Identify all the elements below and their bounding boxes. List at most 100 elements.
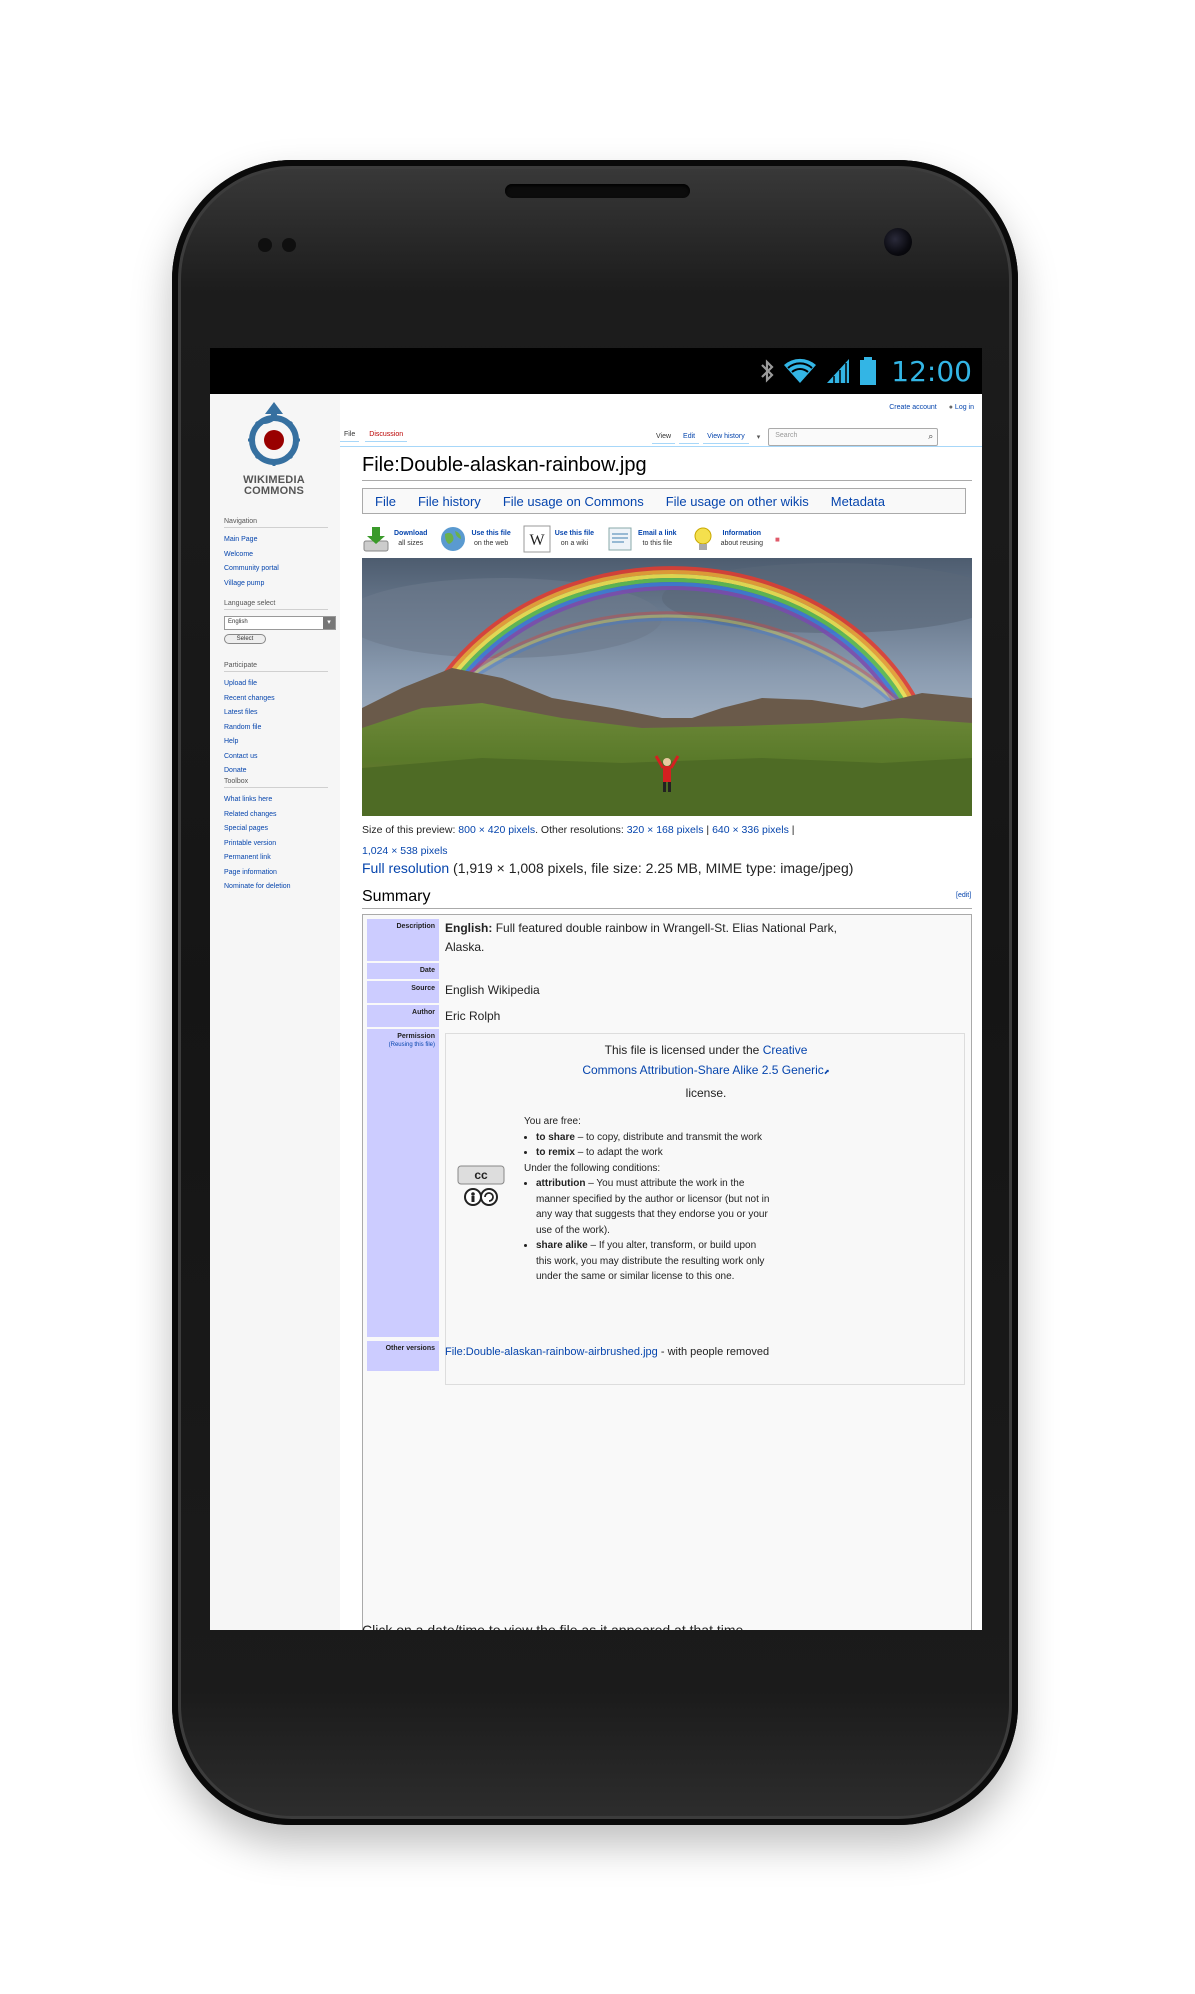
reusing-file-link[interactable]: (Reusing this file) (367, 1042, 435, 1048)
preview-size-label: Size of this preview: (362, 824, 456, 836)
wikimedia-commons-logo[interactable]: WIKIMEDIA COMMONS (228, 400, 320, 500)
chevron-down-icon: ▾ (323, 617, 335, 629)
rainbow-photo[interactable] (362, 558, 972, 816)
description-value: English: Full featured double rainbow in… (445, 919, 845, 957)
toolbox-portlet: Toolbox What links here Related changes … (224, 778, 328, 895)
close-toolbar-icon[interactable]: ■ (775, 535, 780, 544)
license-header: This file is licensed under the Creative… (446, 1040, 966, 1103)
page-title: File:Double-alaskan-rainbow.jpg (362, 454, 647, 476)
tool-special-pages[interactable]: Special pages (224, 822, 328, 837)
toc-file-usage-other[interactable]: File usage on other wikis (666, 494, 809, 509)
title-divider (362, 480, 972, 481)
tool-permanent-link[interactable]: Permanent link (224, 851, 328, 866)
toc-metadata[interactable]: Metadata (831, 494, 885, 509)
nav-upload-file[interactable]: Upload file (224, 677, 328, 692)
reuse-toolbar: Download all sizes Use this file on the we… (362, 522, 972, 556)
other-versions-text: - with people removed (660, 1346, 770, 1358)
source-link[interactable]: English Wikipedia (445, 981, 540, 1000)
tab-view-history[interactable]: View history (703, 430, 749, 444)
personal-tools: Create account ● Log in (879, 404, 974, 411)
search-icon[interactable]: ⌕ (928, 431, 933, 442)
nav-welcome[interactable]: Welcome (224, 548, 328, 563)
nav-village-pump[interactable]: Village pump (224, 577, 328, 592)
summary-edit-link[interactable]: [edit] (956, 892, 971, 899)
use-on-web-tool[interactable]: Use this file on the web (439, 525, 511, 553)
email-title: Email a link (638, 530, 677, 537)
other-versions-link[interactable]: File:Double-alaskan-rainbow-airbrushed.j… (445, 1346, 658, 1358)
nav-main-page[interactable]: Main Page (224, 533, 328, 548)
nav-recent-changes[interactable]: Recent changes (224, 692, 328, 707)
tab-view[interactable]: View (652, 430, 676, 444)
preview-size-link[interactable]: 800 × 420 pixels (458, 824, 535, 836)
tool-page-information[interactable]: Page information (224, 866, 328, 881)
nav-random-file[interactable]: Random file (224, 721, 328, 736)
navigation-heading: Navigation (224, 518, 328, 528)
participate-portlet: Participate Upload file Recent changes L… (224, 662, 328, 779)
svg-text:W: W (529, 532, 545, 549)
preview-resolution-info: Size of this preview: 800 × 420 pixels. … (362, 824, 795, 857)
date-label: Date (367, 963, 439, 979)
tool-related-changes[interactable]: Related changes (224, 808, 328, 823)
email-link-tool[interactable]: Email a link to this file (606, 525, 677, 553)
namespace-tabs: File Discussion (340, 428, 408, 442)
remix-term: to remix (536, 1147, 575, 1158)
toc-file-usage-commons[interactable]: File usage on Commons (503, 494, 644, 509)
tool-what-links-here[interactable]: What links here (224, 793, 328, 808)
use-web-title: Use this file (471, 530, 511, 537)
create-account-link[interactable]: Create account (889, 404, 936, 411)
source-label: Source (367, 981, 439, 1003)
resolution-320-link[interactable]: 320 × 168 pixels (627, 824, 704, 836)
summary-divider (362, 908, 972, 909)
term-share: to share – to copy, distribute and trans… (536, 1130, 774, 1146)
tab-edit[interactable]: Edit (679, 430, 700, 444)
license-name-part1[interactable]: Creative (763, 1043, 808, 1057)
permission-label: Permission (Reusing this file) (367, 1029, 439, 1337)
toc-file[interactable]: File (375, 494, 396, 509)
free-heading: You are free: (524, 1116, 581, 1127)
email-sub: to this file (642, 540, 673, 547)
resolution-640-link[interactable]: 640 × 336 pixels (712, 824, 789, 836)
more-menu-chevron-icon[interactable]: ▾ (757, 433, 761, 441)
commons-logo-icon (248, 402, 300, 466)
nav-latest-files[interactable]: Latest files (224, 706, 328, 721)
cc-badge: cc (454, 1164, 508, 1213)
tab-discussion[interactable]: Discussion (365, 428, 408, 442)
wikimedia-page: WIKIMEDIA COMMONS Navigation Main Page W… (210, 394, 982, 1630)
search-input[interactable]: Search ⌕ (768, 428, 939, 446)
svg-text:cc: cc (474, 1168, 488, 1182)
log-in-link[interactable]: Log in (955, 404, 974, 411)
language-portlet: Language select English ▾ Select (224, 600, 336, 644)
information-tool[interactable]: Information about reusing (689, 525, 763, 553)
language-select[interactable]: English ▾ (224, 616, 336, 630)
lightbulb-icon (689, 525, 717, 553)
license-name-part2[interactable]: Commons Attribution-Share Alike 2.5 Gene… (582, 1063, 823, 1077)
remix-text: – to adapt the work (577, 1147, 663, 1158)
nav-contact-us[interactable]: Contact us (224, 750, 328, 765)
download-title: Download (394, 530, 428, 537)
file-toc: File File history File usage on Commons … (362, 488, 966, 514)
use-web-sub: on the web (473, 540, 509, 547)
cc-logo-icon: cc (457, 1165, 505, 1206)
main-content: Create account ● Log in File Discussion V… (340, 394, 982, 1630)
tool-nominate-for-deletion[interactable]: Nominate for deletion (224, 880, 328, 895)
nav-help[interactable]: Help (224, 735, 328, 750)
download-icon (362, 525, 390, 553)
tool-printable-version[interactable]: Printable version (224, 837, 328, 852)
share-text: – to copy, distribute and transmit the w… (577, 1131, 763, 1143)
download-tool[interactable]: Download all sizes (362, 525, 427, 553)
nav-community-portal[interactable]: Community portal (224, 562, 328, 577)
use-on-wiki-tool[interactable]: W Use this file on a wiki (523, 525, 594, 553)
search-placeholder: Search (775, 432, 798, 439)
sidebar: WIKIMEDIA COMMONS Navigation Main Page W… (210, 394, 340, 1630)
information-sub: about reusing (720, 540, 763, 547)
use-wiki-title: Use this file (554, 530, 595, 537)
nav-donate[interactable]: Donate (224, 764, 328, 779)
language-select-button[interactable]: Select (224, 634, 266, 644)
toc-file-history[interactable]: File history (418, 494, 481, 509)
resolution-1024-link[interactable]: 1,024 × 538 pixels (362, 845, 448, 857)
term-share-alike: share alike – If you alter, transform, o… (536, 1238, 774, 1285)
full-resolution-link[interactable]: Full resolution (362, 860, 449, 876)
phone-screen: 12:00 WIKIMEDIA COMMONS Navigation Main … (210, 348, 982, 1630)
share-alike-term: share alike (536, 1240, 588, 1251)
tab-file[interactable]: File (340, 428, 360, 442)
